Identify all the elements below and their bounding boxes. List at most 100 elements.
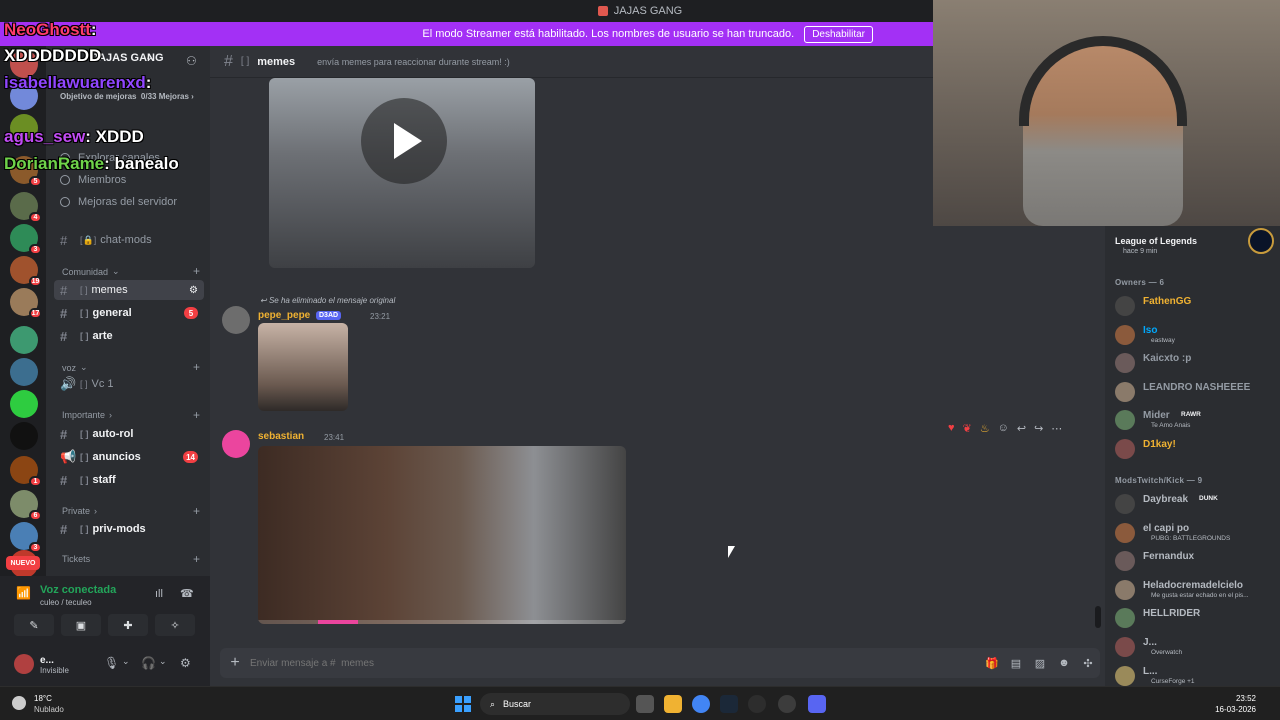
headphones-icon[interactable]: 🎧 xyxy=(141,656,156,670)
member-item[interactable]: el capi po PUBG: BATTLEGROUNDS xyxy=(1113,521,1273,543)
clock-date[interactable]: 16-03-2026 xyxy=(1215,705,1256,714)
avatar[interactable] xyxy=(222,306,250,334)
activity-game[interactable]: League of Legends xyxy=(1115,236,1197,246)
disable-streamer-mode-button[interactable]: Deshabilitar xyxy=(804,25,873,43)
camera-off-icon[interactable]: ✎ xyxy=(14,614,54,636)
settings-icon[interactable]: ⚙ xyxy=(189,285,198,296)
voice-status[interactable]: Voz conectada xyxy=(40,584,116,596)
category-tickets[interactable]: Tickets xyxy=(62,554,90,564)
chevron-down-icon[interactable]: ⌄ xyxy=(159,656,167,667)
channel-vc1[interactable]: 🔊[ ] Vc 1 xyxy=(54,374,204,394)
message-input[interactable] xyxy=(250,657,980,669)
member-item[interactable]: Daybreak DUNK xyxy=(1113,492,1273,514)
gift-icon[interactable]: 🎁 xyxy=(980,657,1004,670)
add-channel-icon[interactable]: + xyxy=(193,360,200,374)
chevron-down-icon[interactable]: ⌄ xyxy=(122,656,130,667)
voice-channel[interactable]: culeo / teculeo xyxy=(40,598,92,607)
screen-share-icon[interactable]: ▣ xyxy=(61,614,101,636)
taskbar-search[interactable]: ⌕ Buscar xyxy=(480,693,630,715)
hearts-reaction-icon[interactable]: ❦ xyxy=(963,422,972,435)
video-attachment[interactable] xyxy=(269,78,535,268)
server-icon[interactable]: 3 xyxy=(10,522,42,553)
activities-icon[interactable]: ✚ xyxy=(108,614,148,636)
forward-icon[interactable]: ↪ xyxy=(1034,422,1043,435)
channel-anuncios[interactable]: 📢[ ] anuncios 14 xyxy=(54,447,204,467)
app-icon[interactable] xyxy=(748,695,766,713)
add-channel-icon[interactable]: + xyxy=(193,408,200,422)
server-icon[interactable] xyxy=(10,390,38,418)
member-item[interactable]: Fernandux xyxy=(1113,549,1273,572)
server-icon[interactable] xyxy=(10,326,38,354)
file-explorer-icon[interactable] xyxy=(664,695,682,713)
server-icon[interactable]: 3 xyxy=(10,224,42,255)
heart-reaction-icon[interactable]: ♥ xyxy=(948,422,955,434)
member-item[interactable]: FathenGG xyxy=(1113,294,1273,316)
sticker-icon[interactable]: ▨ xyxy=(1028,657,1052,670)
emoji-icon[interactable]: ☻ xyxy=(1052,657,1076,669)
gear-icon[interactable]: ⚙ xyxy=(180,656,191,670)
member-item[interactable]: J... Overwatch xyxy=(1113,635,1273,657)
disconnect-icon[interactable]: ☎ xyxy=(180,587,194,600)
chevron-down-icon[interactable]: ⌄ xyxy=(145,52,153,63)
steam-icon[interactable] xyxy=(720,695,738,713)
member-item[interactable]: Heladocremadelcielo Me gusta estar echado… xyxy=(1113,578,1273,600)
channel-topic[interactable]: envía memes para reaccionar durante stre… xyxy=(317,57,510,67)
signal-icon[interactable]: 📶 xyxy=(16,586,31,600)
server-icon[interactable] xyxy=(10,358,38,386)
server-icon[interactable]: 19 xyxy=(10,256,42,287)
soundboard-icon[interactable]: ✧ xyxy=(155,614,195,636)
play-icon[interactable] xyxy=(361,98,447,184)
channel-memes[interactable]: # [ ] memes ⚙ xyxy=(54,280,204,300)
member-item[interactable]: D1kay! xyxy=(1113,437,1273,459)
member-item[interactable]: Kaicxto :p xyxy=(1113,351,1273,374)
add-reaction-icon[interactable]: ☺ xyxy=(998,422,1009,434)
member-item[interactable]: LEANDRO NASHEEEE xyxy=(1113,380,1273,402)
avatar[interactable] xyxy=(222,430,250,458)
server-icon[interactable]: 17 xyxy=(10,288,42,319)
channel-general[interactable]: # [ ] general 5 xyxy=(54,303,204,323)
server-icon[interactable]: 1 xyxy=(10,456,42,487)
server-icon[interactable] xyxy=(10,422,38,450)
category-importante[interactable]: Importante › xyxy=(62,410,112,420)
category-private[interactable]: Private › xyxy=(62,506,97,516)
username[interactable]: e... xyxy=(40,655,54,666)
category-voz[interactable]: voz ⌄ xyxy=(62,362,88,373)
new-badge[interactable]: NUEVO xyxy=(6,556,40,570)
channel-staff[interactable]: # [ ] staff xyxy=(54,470,204,490)
video-attachment[interactable] xyxy=(258,446,626,624)
windows-start-icon[interactable] xyxy=(455,696,471,712)
image-attachment[interactable] xyxy=(258,323,348,411)
video-progress-track[interactable] xyxy=(258,620,626,624)
weather-description[interactable]: Nublado xyxy=(34,705,64,714)
menu-server-boosts[interactable]: Mejoras del servidor xyxy=(60,196,177,208)
message-author[interactable]: sebastian xyxy=(258,431,304,442)
weather-temperature[interactable]: 18°C xyxy=(34,694,52,703)
noise-suppression-icon[interactable]: ıll xyxy=(155,588,163,600)
avatar[interactable] xyxy=(14,654,34,674)
server-icon[interactable]: 4 xyxy=(10,192,42,223)
microphone-icon[interactable]: 🎙 xyxy=(104,656,119,670)
add-channel-icon[interactable]: + xyxy=(193,552,200,566)
obs-icon[interactable] xyxy=(778,695,796,713)
invite-icon[interactable]: ⚇ xyxy=(186,54,200,68)
reply-icon[interactable]: ↩ xyxy=(1017,422,1026,435)
message-author[interactable]: pepe_pepe xyxy=(258,310,310,321)
clock-time[interactable]: 23:52 xyxy=(1236,694,1256,703)
add-channel-icon[interactable]: + xyxy=(193,264,200,278)
category-comunidad[interactable]: Comunidad ⌄ xyxy=(62,266,120,277)
gif-icon[interactable]: ▤ xyxy=(1004,657,1028,670)
channel-auto-rol[interactable]: # [ ] auto-rol xyxy=(54,424,204,444)
more-icon[interactable]: ⋯ xyxy=(1051,422,1062,435)
server-icon[interactable]: 6 xyxy=(10,490,42,521)
task-view-icon[interactable] xyxy=(636,695,654,713)
channel-chat-mods[interactable]: # [🔒] chat-mods xyxy=(54,230,204,250)
menu-members[interactable]: Miembros xyxy=(60,174,126,186)
apps-icon[interactable]: ✣ xyxy=(1076,657,1100,670)
add-channel-icon[interactable]: + xyxy=(193,504,200,518)
scrollbar[interactable] xyxy=(1095,606,1101,628)
boost-goal[interactable]: Objetivo de mejoras 0/33 Mejoras › xyxy=(60,92,194,101)
member-item[interactable]: L... CurseForge +1 xyxy=(1113,664,1273,686)
member-item[interactable]: HELLRIDER xyxy=(1113,606,1273,629)
weather-icon[interactable] xyxy=(12,696,26,710)
channel-priv-mods[interactable]: # [ ] priv-mods xyxy=(54,519,204,539)
